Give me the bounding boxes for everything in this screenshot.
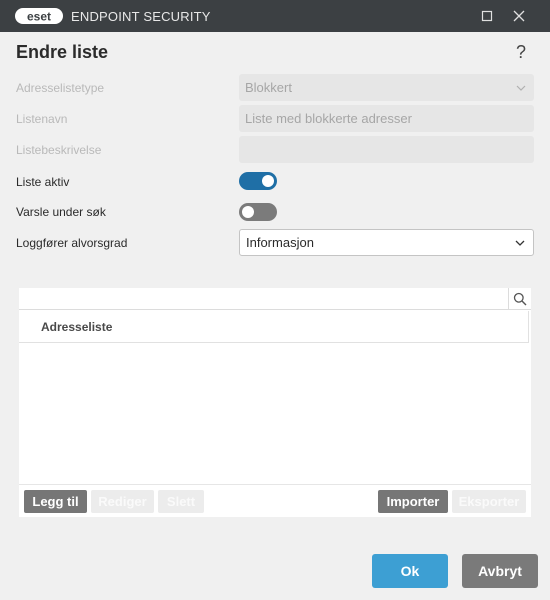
cancel-button[interactable]: Avbryt [462,554,538,588]
eset-logo: eset [15,8,63,24]
list-type-select: Blokkert [239,74,534,101]
edit-button: Rediger [91,490,154,513]
log-severity-value: Informasjon [246,235,314,250]
column-header-label: Adresseliste [41,320,113,334]
close-icon [513,10,525,22]
search-icon [513,292,527,305]
notify-on-search-toggle[interactable] [239,203,277,221]
import-button[interactable]: Importer [378,490,448,513]
app-title: ENDPOINT SECURITY [71,9,211,24]
list-description-field [239,136,534,163]
ok-button[interactable]: Ok [372,554,448,588]
column-header[interactable]: Adresseliste [19,311,529,343]
dialog-title: Endre liste [16,42,109,62]
log-severity-label: Loggfører alvorsgrad [16,236,128,250]
list-active-label: Liste aktiv [16,175,70,189]
export-button: Eksporter [452,490,526,513]
toggle-knob [262,175,274,187]
delete-button: Slett [158,490,204,513]
chevron-down-icon [515,230,527,255]
chevron-down-icon [516,74,528,101]
list-type-value: Blokkert [245,80,292,95]
list-name-label: Listenavn [16,112,68,126]
close-button[interactable] [502,0,536,32]
log-severity-select[interactable]: Informasjon [239,229,534,256]
search-bar [19,288,531,310]
list-name-value: Liste med blokkerte adresser [245,111,412,126]
list-active-toggle[interactable] [239,172,277,190]
help-icon[interactable]: ? [512,42,530,63]
svg-text:eset: eset [27,10,51,24]
address-list-panel: Adresseliste Legg til Rediger Slett Impo… [19,288,531,517]
address-list-table [19,343,531,485]
title-bar: eset ENDPOINT SECURITY [0,0,550,32]
maximize-icon [481,10,493,22]
list-description-label: Listebeskrivelse [16,143,102,157]
notify-on-search-label: Varsle under søk [16,205,106,219]
add-button[interactable]: Legg til [24,490,87,513]
list-name-field: Liste med blokkerte adresser [239,105,534,132]
search-input[interactable] [19,288,507,309]
search-button[interactable] [508,288,531,309]
maximize-button[interactable] [470,0,504,32]
toggle-knob [242,206,254,218]
list-type-label: Adresselistetype [16,81,105,95]
